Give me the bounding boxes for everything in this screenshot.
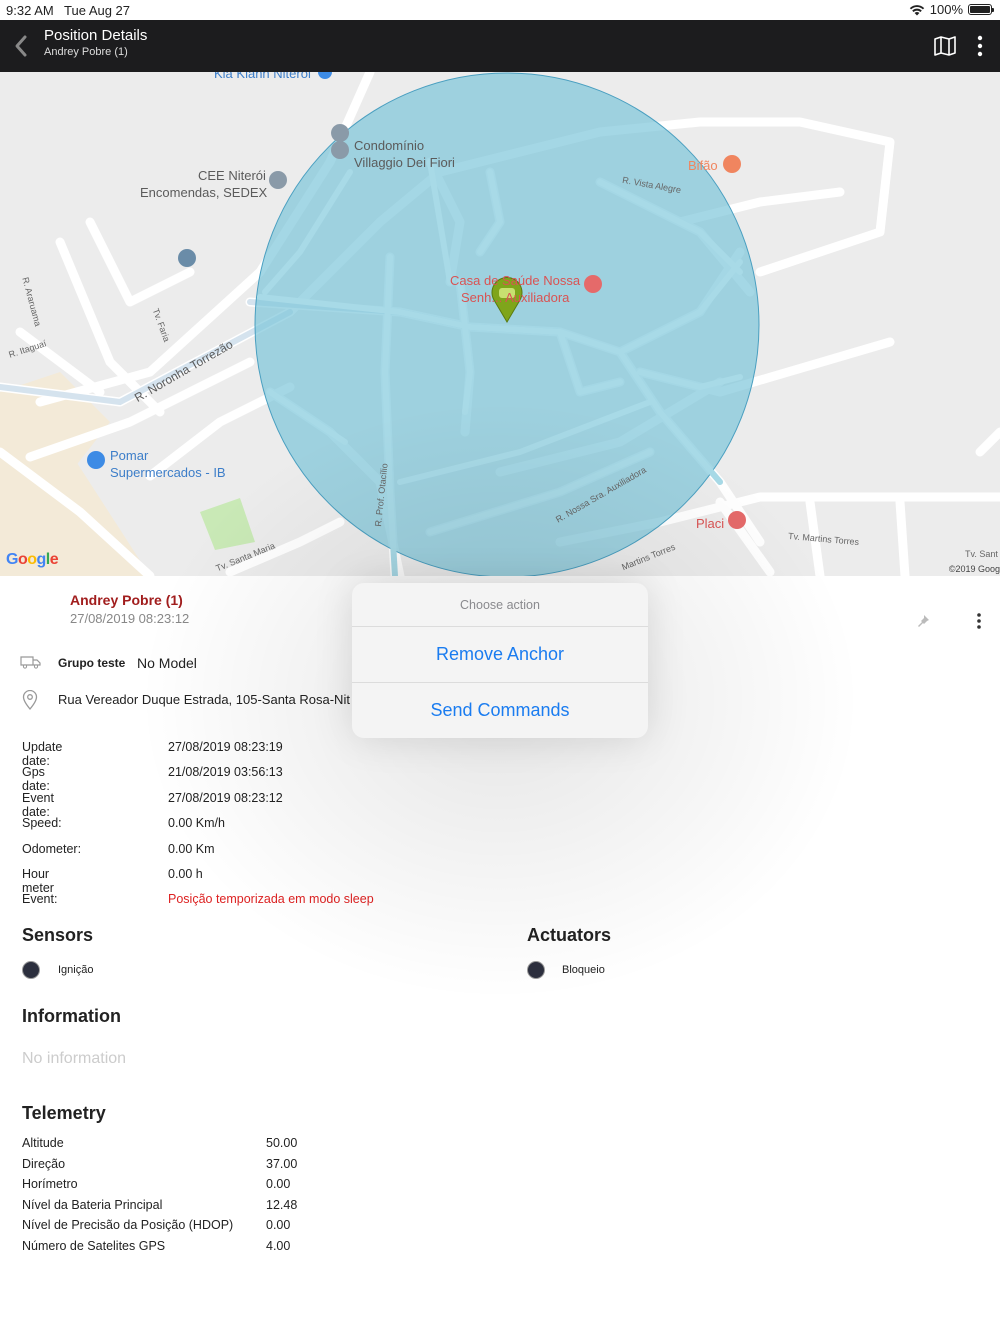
device-address: Rua Vereador Duque Estrada, 105-Santa Ro… [58,692,350,707]
map-label-casa: Casa de Saúde Nossa [450,273,581,288]
remove-anchor-button[interactable]: Remove Anchor [352,627,648,683]
actuator-status-dot[interactable] [527,961,545,979]
page-title: Position Details [44,27,148,44]
truck-icon [20,656,41,669]
action-sheet: Choose action Remove Anchor Send Command… [352,583,648,738]
map-label-cee-2: Encomendas, SEDEX [140,185,268,200]
battery-icon [968,4,994,15]
map-label-placi: Placi [696,516,725,531]
status-bar: 9:32 AM Tue Aug 27 100% [0,0,1000,20]
map-label-condominio-2: Villaggio Dei Fiori [354,155,455,170]
pin-icon[interactable] [916,614,930,628]
battery-percent: 100% [929,2,963,17]
map-label-condominio: Condomínio [354,138,425,153]
information-heading: Information [22,1006,121,1026]
information-empty: No information [22,1050,127,1067]
map-view[interactable]: Kia Klann Niterói Condomínio Villaggio D… [0,72,1000,576]
wifi-icon [909,4,924,15]
page-subtitle: Andrey Pobre (1) [44,46,128,58]
map-label-kia: Kia Klann Niterói [214,72,311,81]
actuators-heading: Actuators [527,925,612,945]
map-label-casa-2: Senh... Auxiliadora [461,290,570,305]
sensor-label: Ignição [58,964,94,976]
sensors-heading: Sensors [22,925,94,945]
group-label: Grupo teste [58,656,126,670]
map-icon[interactable] [932,34,958,58]
status-date: Tue Aug 27 [64,3,131,18]
sensor-status-dot [22,961,40,979]
telemetry-heading: Telemetry [22,1103,106,1123]
model-label: No Model [137,655,197,671]
map-label-cee: CEE Niterói [198,168,266,183]
actuator-label: Bloqueio [562,964,605,976]
send-commands-button[interactable]: Send Commands [352,683,648,739]
google-logo: Google [6,551,59,568]
location-pin-icon [22,690,38,710]
action-sheet-title: Choose action [352,583,648,627]
status-right: 100% [909,2,994,17]
map-canvas [0,72,1000,576]
status-time: 9:32 AM [6,3,54,18]
map-label-pomar: Pomar [110,448,149,463]
device-name: Andrey Pobre (1) [70,592,183,608]
map-label-pomar-2: Supermercados - IB [110,465,226,480]
map-label-bifao: Bifão [688,158,718,173]
map-label-tv-sant: Tv. Sant [965,549,998,559]
back-chevron-icon[interactable] [10,32,34,60]
device-timestamp: 27/08/2019 08:23:12 [70,611,190,626]
more-vertical-icon[interactable] [970,34,990,58]
map-copyright: ©2019 Goog [948,564,1000,574]
navigation-bar: Position Details Andrey Pobre (1) [0,20,1000,72]
device-more-icon[interactable] [970,612,988,630]
